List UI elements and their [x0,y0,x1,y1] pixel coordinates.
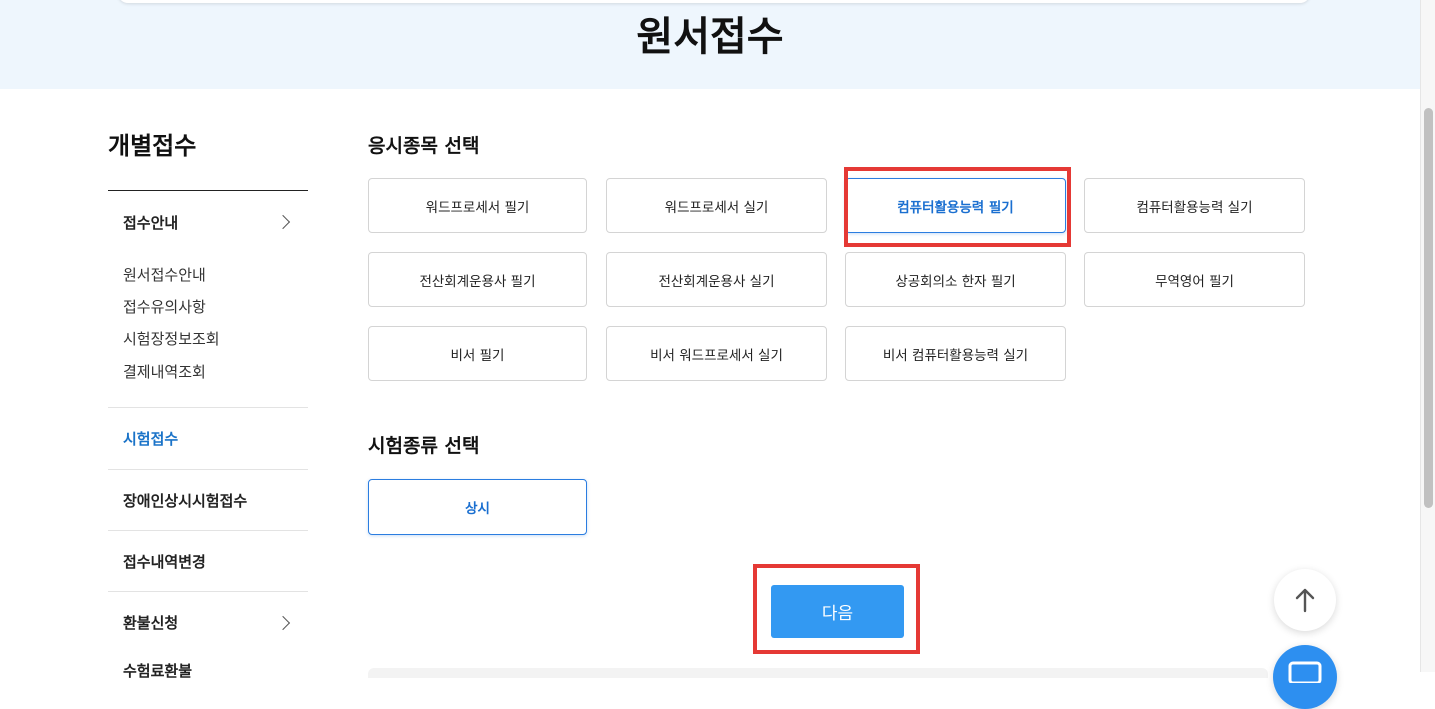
sidebar-divider [108,469,308,470]
sidebar-item-exam-reception[interactable]: 시험접수 [123,428,178,449]
chat-icon [1288,661,1322,683]
subject-option[interactable]: 비서 컴퓨터활용능력 실기 [845,326,1066,381]
sidebar-divider [108,591,308,592]
next-button[interactable]: 다음 [771,585,904,638]
sidebar-subitem-exam-site-info[interactable]: 시험장정보조회 [123,328,220,349]
section-title-exam-subject: 응시종목 선택 [368,135,480,157]
sidebar-item-reception-guide[interactable]: 접수안내 [123,212,178,233]
section-title-exam-type: 시험종류 선택 [368,435,480,457]
chevron-right-icon[interactable] [275,615,291,631]
sidebar-subitem-application-guide[interactable]: 원서접수안내 [123,264,206,285]
sidebar-item-disabled-regular-exam[interactable]: 장애인상시시험접수 [123,490,247,511]
sidebar-item-fee-refund[interactable]: 수험료환불 [123,660,192,681]
top-search-bar[interactable] [118,0,1310,3]
sidebar-item-refund-request[interactable]: 환불신청 [123,612,178,633]
subject-option[interactable]: 무역영어 필기 [1084,252,1305,307]
sidebar-divider [108,407,308,408]
arrow-up-icon [1295,588,1315,613]
page-title: 원서접수 [636,14,784,60]
scroll-top-button[interactable] [1274,569,1336,631]
sidebar-divider [108,530,308,531]
subject-option-selected[interactable]: 컴퓨터활용능력 필기 [845,178,1066,233]
subject-option[interactable]: 워드프로세서 실기 [606,178,827,233]
scrollbar-thumb[interactable] [1424,108,1433,508]
sidebar-subitem-precautions[interactable]: 접수유의사항 [123,296,206,317]
subject-option[interactable]: 비서 필기 [368,326,587,381]
bottom-panel [368,668,1268,678]
subject-option[interactable]: 컴퓨터활용능력 실기 [1084,178,1305,233]
subject-option[interactable]: 상공회의소 한자 필기 [845,252,1066,307]
sidebar-item-change-reception[interactable]: 접수내역변경 [123,551,206,572]
chevron-right-icon[interactable] [275,214,291,230]
subject-option[interactable]: 전산회계운용사 실기 [606,252,827,307]
subject-option[interactable]: 전산회계운용사 필기 [368,252,587,307]
chat-button[interactable] [1273,645,1337,709]
sidebar-divider [108,190,308,191]
page-scrollbar[interactable] [1420,0,1435,672]
subject-option[interactable]: 비서 워드프로세서 실기 [606,326,827,381]
sidebar-subitem-payment-history[interactable]: 결제내역조회 [123,361,206,382]
sidebar-title: 개별접수 [108,132,197,160]
exam-type-option-selected[interactable]: 상시 [368,479,587,535]
subject-option[interactable]: 워드프로세서 필기 [368,178,587,233]
